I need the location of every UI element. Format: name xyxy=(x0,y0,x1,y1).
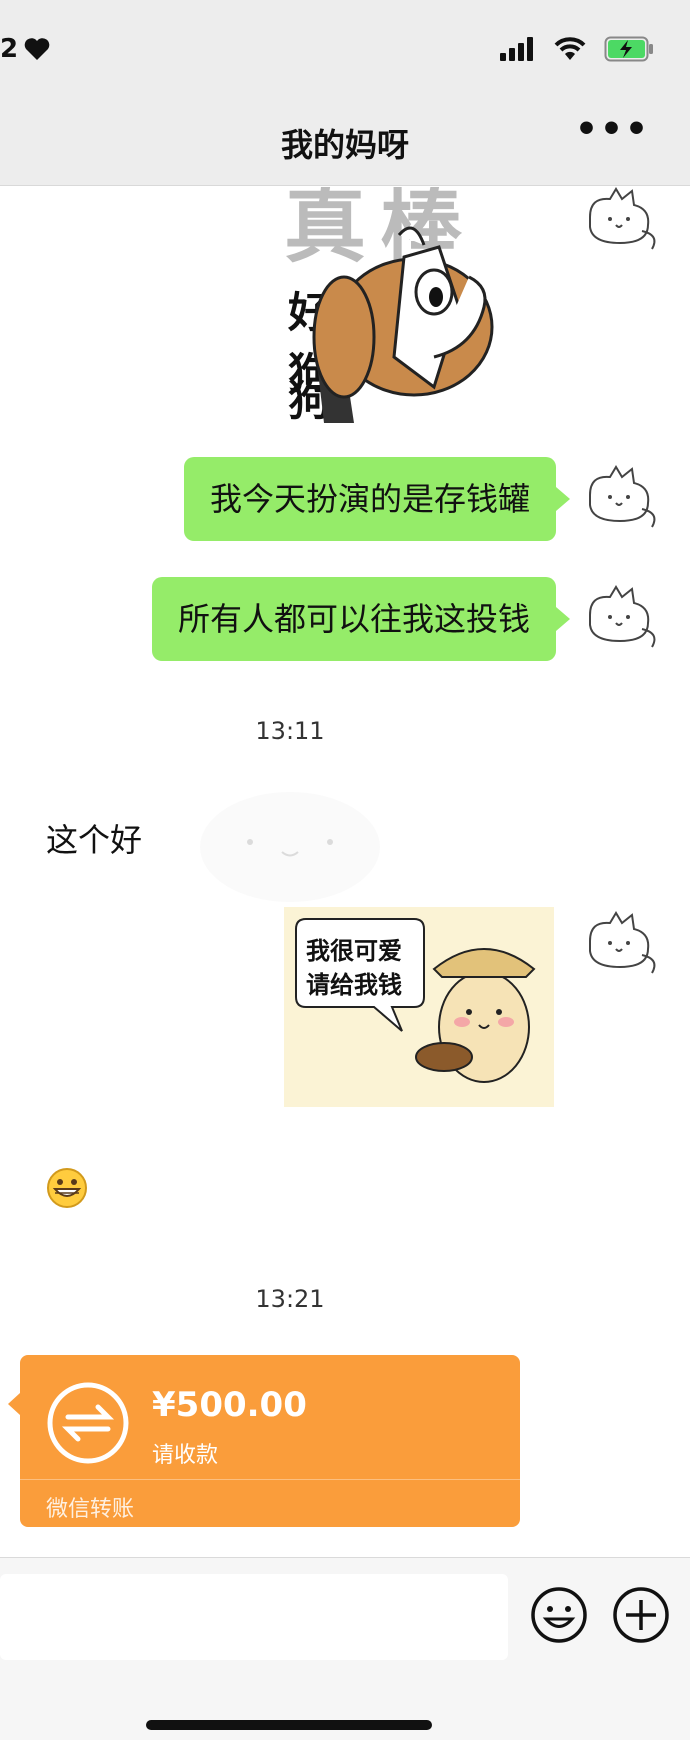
message-text-3[interactable]: 这个好 xyxy=(46,815,142,861)
message-input[interactable] xyxy=(0,1574,508,1660)
status-left: 2 xyxy=(0,34,50,64)
dog-sticker[interactable]: 真棒 好狗 狗狗 xyxy=(284,187,554,423)
beagle-illustration xyxy=(312,226,494,423)
plus-icon[interactable] xyxy=(612,1586,670,1644)
wifi-icon xyxy=(554,37,586,60)
more-dots-icon: ••• xyxy=(574,109,650,150)
my-avatar-4[interactable] xyxy=(580,911,660,981)
transfer-divider xyxy=(20,1479,520,1480)
more-options-button[interactable]: ••• xyxy=(575,112,650,148)
timestamp-1: 13:11 xyxy=(255,717,325,745)
sticker-caption-line2: 请给我钱 xyxy=(306,971,402,999)
top-bar: 2 我的妈呀 ••• xyxy=(0,0,690,186)
transfer-arrows-icon xyxy=(47,1382,129,1464)
smiley-icon[interactable] xyxy=(530,1586,588,1644)
my-avatar-2[interactable] xyxy=(580,465,660,535)
status-right xyxy=(500,36,654,62)
wechat-transfer-card[interactable]: ¥500.00 请收款 微信转账 xyxy=(8,1355,520,1527)
grin-emoji-icon[interactable] xyxy=(46,1167,88,1209)
please-give-money-sticker[interactable]: 我很可爱 请给我钱 xyxy=(284,907,554,1107)
sticker-caption-line1: 我很可爱 xyxy=(306,937,402,965)
my-avatar-3[interactable] xyxy=(580,585,660,655)
input-bar xyxy=(0,1557,690,1740)
message-bubble-1[interactable]: 我今天扮演的是存钱罐 xyxy=(183,457,571,541)
home-indicator xyxy=(146,1720,432,1730)
transfer-footer: 微信转账 xyxy=(46,1497,135,1522)
cell-signal-icon xyxy=(500,37,533,61)
my-avatar-1[interactable] xyxy=(580,187,660,257)
chat-area[interactable]: 真棒 好狗 狗狗 我今天扮演的是存钱罐 所有人都可以往我这投钱 xyxy=(0,187,690,1557)
message-bubble-2[interactable]: 所有人都可以往我这投钱 xyxy=(151,577,571,661)
status-time: 2 xyxy=(0,34,19,64)
transfer-status: 请收款 xyxy=(152,1443,219,1468)
watermark-cat xyxy=(200,792,380,902)
battery-charging-icon xyxy=(604,36,653,62)
timestamp-2: 13:21 xyxy=(255,1285,325,1313)
heart-icon xyxy=(24,38,50,60)
transfer-amount: ¥500.00 xyxy=(152,1385,307,1425)
